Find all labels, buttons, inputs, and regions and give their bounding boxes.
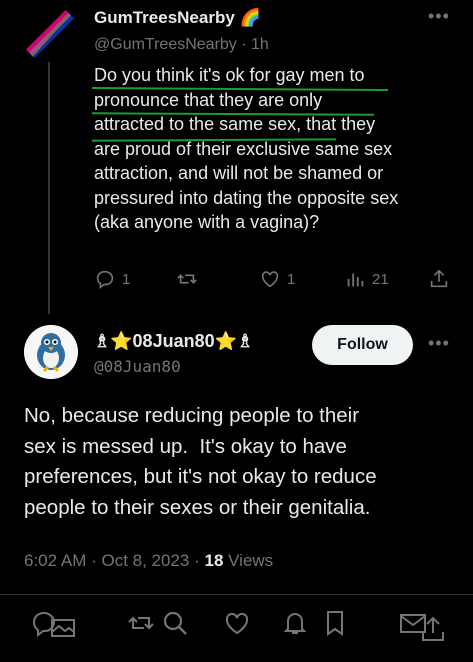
tweet-line: sex is messed up. It's okay to have — [24, 434, 347, 458]
author-handle-time: @GumTreesNearby · 1h — [94, 36, 269, 53]
tweet-actions: 1 1 21 — [94, 268, 454, 292]
tweet-line: attraction, and will not be shamed or — [94, 163, 384, 183]
share-button[interactable] — [428, 268, 450, 290]
author-handle[interactable]: @GumTreesNearby — [94, 36, 237, 53]
bottom-action-bar — [0, 608, 473, 648]
image-icon — [51, 619, 75, 637]
tweet-line: (aka anyone with a vagina)? — [94, 212, 320, 232]
author-name[interactable]: ♗⭐08Juan80⭐♗ — [94, 331, 253, 352]
like-count: 1 — [287, 270, 296, 288]
avatar[interactable] — [24, 8, 76, 60]
like-icon — [261, 271, 279, 288]
more-options-icon[interactable]: ••• — [428, 333, 450, 354]
retweet-icon — [128, 616, 154, 630]
penguin-avatar-image — [24, 325, 78, 379]
tweet-line: pronounce that they are only — [94, 89, 323, 110]
photo-icon[interactable] — [48, 612, 78, 647]
retweet-button[interactable] — [126, 608, 156, 643]
reply-button[interactable]: 1 — [94, 268, 130, 290]
retweet-icon — [177, 274, 197, 284]
search-icon — [163, 611, 187, 635]
views-count: 18 — [204, 551, 224, 570]
divider — [0, 594, 473, 595]
author-name[interactable]: GumTreesNearby 🌈 — [94, 8, 261, 28]
like-icon — [225, 612, 249, 635]
tweet-line: attracted to the same sex, that they — [94, 114, 376, 134]
tweet-line: preferences, but it's not okay to reduce — [24, 465, 377, 488]
tweet-line: people to their sexes or their genitalia… — [24, 495, 371, 519]
like-button[interactable] — [222, 608, 252, 643]
reply-icon — [96, 270, 114, 289]
post-date[interactable]: Oct 8, 2023 — [101, 551, 189, 570]
more-options-icon[interactable]: ••• — [428, 6, 450, 27]
bookmark-icon — [327, 611, 343, 636]
retweet-button[interactable] — [176, 268, 198, 290]
search-button[interactable] — [160, 608, 190, 643]
views-label: Views — [228, 551, 274, 570]
share-icon — [430, 269, 448, 288]
views-button[interactable]: 21 — [344, 268, 389, 290]
tweet-line: Do you think it's ok for gay men to — [94, 65, 365, 85]
bookmark-button[interactable] — [320, 608, 350, 643]
like-button[interactable]: 1 — [259, 268, 295, 290]
follow-button[interactable]: Follow — [312, 325, 413, 365]
tweet-line: pressured into dating the opposite sex — [94, 187, 399, 208]
author-handle[interactable]: @08Juan80 — [94, 357, 181, 376]
share-icon — [422, 616, 444, 641]
post-time[interactable]: 1h — [251, 36, 269, 53]
share-button[interactable] — [418, 614, 448, 649]
views-icon — [347, 273, 364, 287]
tweet-text: No, because reducing people to their sex… — [24, 401, 454, 523]
rainbow-emoji: 🌈 — [239, 8, 261, 27]
reply-count: 1 — [122, 270, 131, 288]
post-time[interactable]: 6:02 AM — [24, 551, 86, 570]
avatar[interactable] — [24, 325, 78, 379]
post-meta: 6:02 AM · Oct 8, 2023 · 18 Views — [24, 551, 274, 570]
pride-flag-avatar-image — [25, 9, 75, 59]
bell-icon — [283, 613, 307, 634]
view-count: 21 — [372, 270, 389, 288]
notifications-button[interactable] — [280, 608, 310, 643]
tweet-line: No, because reducing people to their — [24, 404, 360, 427]
thread-line — [48, 62, 50, 314]
